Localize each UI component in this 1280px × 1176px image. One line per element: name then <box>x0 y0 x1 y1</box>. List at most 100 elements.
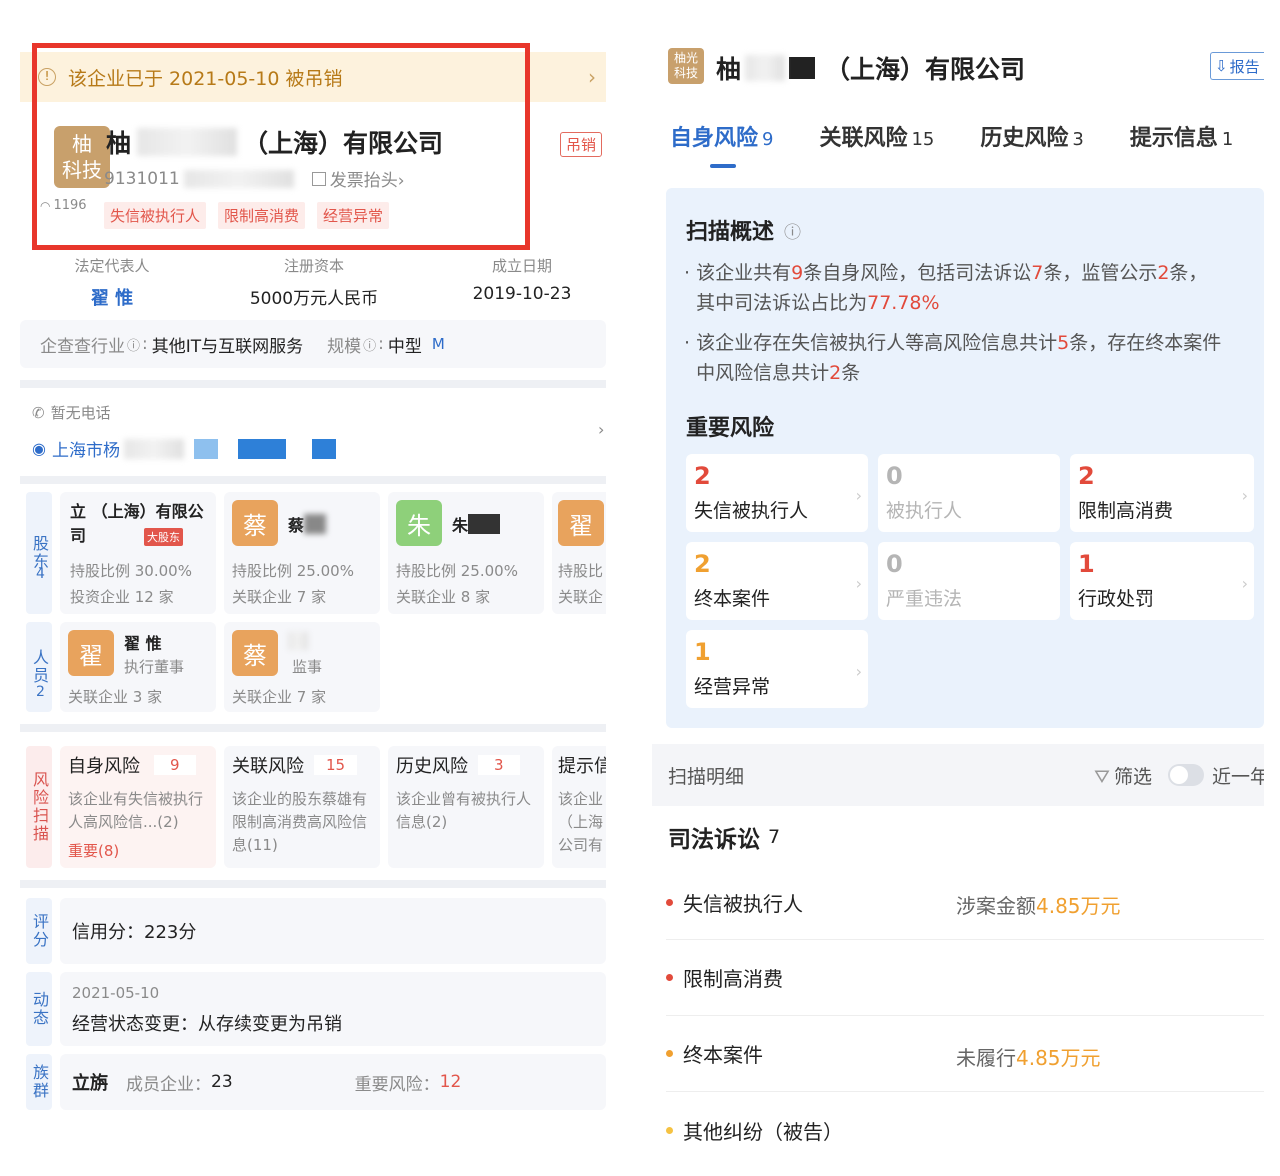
group-label: 族群 <box>26 1054 52 1110</box>
info-icon: ⓘ <box>784 222 802 243</box>
risk-card-hint[interactable]: 提示信 该企业（上海公司有 <box>552 746 606 868</box>
chip-limit-consumption[interactable]: 限制高消费 <box>218 202 306 229</box>
chevron-right-icon: › <box>588 65 596 89</box>
redacted-block <box>137 128 238 156</box>
important-risk-title: 重要风险 <box>686 416 775 441</box>
redacted-block <box>745 55 786 81</box>
revoked-banner[interactable]: ! 该企业已于 2021-05-10 被吊销 › <box>20 52 606 102</box>
risk-tile[interactable]: 0 严重违法 <box>878 542 1060 620</box>
chevron-right-icon: › <box>855 486 862 505</box>
company-logo: 柚 科技 <box>54 126 110 188</box>
overview-line1: · 该企业共有9条自身风险，包括司法诉讼7条，监管公示2条， 其中司法诉讼占比为… <box>684 262 1208 314</box>
recent-year-toggle[interactable] <box>1168 764 1204 786</box>
chevron-right-icon: › <box>1241 574 1248 593</box>
invoice-icon <box>311 172 326 186</box>
redacted-block <box>288 632 308 650</box>
credit-score: 信用分：223分 <box>72 922 197 943</box>
shareholder-card[interactable]: 蔡 蔡 持股比例 25.00% 关联企业 7 家 <box>224 492 380 614</box>
company-name: 柚 （上海）有限公司 <box>106 128 444 158</box>
list-item[interactable]: 失信被执行人 涉案金额4.85万元 <box>666 866 1264 940</box>
redacted-block <box>123 438 184 459</box>
credit-code: 9131011 <box>104 168 180 189</box>
credit-score-row[interactable]: 信用分：223分 <box>60 898 606 964</box>
scan-detail-bar: 扫描明细 ⛛ 筛选 近一年 <box>652 744 1264 806</box>
redacted-block <box>311 438 336 459</box>
risk-tile[interactable]: 2 失信被执行人 › <box>686 454 868 532</box>
dynamic-label: 动态 <box>26 972 52 1046</box>
score-label: 评分 <box>26 898 52 964</box>
risk-tile[interactable]: 1 行政处罚 › <box>1070 542 1254 620</box>
view-icon: ◠ <box>40 198 51 213</box>
active-tab-indicator <box>710 164 736 168</box>
phone-text: 暂无电话 <box>50 404 111 422</box>
redacted-block <box>193 438 218 459</box>
risk-tile[interactable]: 0 被执行人 <box>878 454 1060 532</box>
chevron-right-icon: › <box>855 662 862 681</box>
list-item[interactable]: 其他纠纷（被告） <box>666 1092 1264 1168</box>
scale-badge: M <box>431 335 445 353</box>
overview-line2: · 该企业存在失信被执行人等高风险信息共计5条，存在终本案件 中风险信息共计2条 <box>684 332 1222 384</box>
major-shareholder-badge: 大股东 <box>144 528 183 546</box>
filter-icon: ⛛ <box>1094 765 1110 788</box>
chevron-right-icon: › <box>598 420 605 439</box>
tab-related-risk[interactable]: 关联风险 15 <box>819 120 934 152</box>
download-icon: ⇩ <box>1215 57 1228 75</box>
risk-tile[interactable]: 1 经营异常 › <box>686 630 868 708</box>
shareholder-card[interactable]: 朱 朱 持股比例 25.00% 关联企业 8 家 <box>388 492 544 614</box>
banner-text: 该企业已于 2021-05-10 被吊销 <box>68 67 343 90</box>
group-row[interactable]: 立旃 成员企业： 23 重要风险： 12 <box>60 1054 606 1110</box>
risk-tabs: 自身风险 9 关联风险 15 历史风险 3 提示信息 1 <box>670 120 1233 152</box>
risk-tile[interactable]: 2 限制高消费 › <box>1070 454 1254 532</box>
industry-value: 其他IT与互联网服务 <box>151 336 304 357</box>
address-text[interactable]: 上海市杨 <box>52 436 120 461</box>
risk-card-related[interactable]: 关联风险 15 该企业的股东蔡雄有限制高消费高风险信息(11) <box>224 746 380 868</box>
legal-rep[interactable]: 翟 惟 <box>66 284 158 310</box>
location-icon: ◉ <box>32 439 46 458</box>
avatar: 朱 <box>396 500 442 546</box>
chevron-right-icon: › <box>1241 486 1248 505</box>
avatar: 蔡 <box>232 500 278 546</box>
list-item[interactable]: 限制高消费 <box>666 940 1264 1016</box>
list-item[interactable]: 终本案件 未履行4.85万元 <box>666 1016 1264 1092</box>
redacted-block <box>789 57 816 79</box>
redacted-block <box>304 514 327 534</box>
shareholders-label: 股东 <box>26 492 52 614</box>
shareholder-card[interactable]: 立 （上海）有限公司 大股东 持股比例 30.00% 投资企业 12 家 <box>60 492 216 614</box>
avatar: 蔡 <box>232 630 278 676</box>
basic-info-row: 法定代表人 翟 惟 注册资本 5000万元人民币 成立日期 2019-10-23 <box>20 252 606 312</box>
right-risk-panel: 柚光 科技 柚 （上海）有限公司 ⇩ 报告 自身风险 9 关联风险 15 历史风险 3 … <box>652 40 1264 1170</box>
phone-icon: ✆ <box>32 403 45 422</box>
industry-row[interactable]: 企查查行业 ⓘ : 其他IT与互联网服务 规模 ⓘ : 中型 M <box>20 320 606 368</box>
avatar: 翟 <box>68 630 114 676</box>
staff-card[interactable]: 蔡 监事 关联企业 7 家 <box>224 622 380 712</box>
status-badge: 吊销 <box>560 132 603 157</box>
info-icon: ⓘ <box>363 338 377 354</box>
risk-card-history[interactable]: 历史风险 3 该企业曾有被执行人信息(2) <box>388 746 544 868</box>
view-count: 1196 <box>53 198 87 213</box>
avatar: 翟 <box>558 500 604 546</box>
judicial-title: 司法诉讼 <box>668 827 760 853</box>
shareholder-card[interactable]: 翟 持股比 关联企 <box>552 492 606 614</box>
scan-overview-box: 扫描概述 ⓘ · 该企业共有9条自身风险，包括司法诉讼7条，监管公示2条， 其中… <box>666 188 1264 728</box>
left-company-panel: ! 该企业已于 2021-05-10 被吊销 › 柚 科技 柚 （上海）有限公司… <box>20 52 606 1122</box>
chevron-right-icon: › <box>855 574 862 593</box>
tab-self-risk[interactable]: 自身风险 9 <box>670 120 773 152</box>
invoice-link[interactable]: 发票抬头› <box>311 166 405 191</box>
risk-tile[interactable]: 2 终本案件 › <box>686 542 868 620</box>
risk-card-self[interactable]: 自身风险 9 该企业有失信被执行人高风险信...(2) 重要(8) <box>60 746 216 868</box>
info-icon: ⓘ <box>127 338 141 354</box>
risk-scan-label: 风险扫描 <box>26 746 52 868</box>
registered-capital: 5000万元人民币 <box>249 289 379 309</box>
redacted-block <box>183 169 294 188</box>
filter-button[interactable]: ⛛ 筛选 <box>1094 762 1152 789</box>
risk-chips: 失信被执行人 限制高消费 经营异常 <box>104 202 390 229</box>
chip-dishonest[interactable]: 失信被执行人 <box>104 202 207 229</box>
report-button[interactable]: ⇩ 报告 <box>1210 52 1264 80</box>
company-name: 柚 （上海）有限公司 <box>716 55 1026 84</box>
chip-abnormal[interactable]: 经营异常 <box>317 202 390 229</box>
staff-card[interactable]: 翟 翟 惟 执行董事 关联企业 3 家 <box>60 622 216 712</box>
dynamic-row[interactable]: 2021-05-10 经营状态变更：从存续变更为吊销 <box>60 972 606 1046</box>
tab-history-risk[interactable]: 历史风险 3 <box>980 120 1083 152</box>
tab-hint-info[interactable]: 提示信息 1 <box>1130 120 1233 152</box>
info-icon: ! <box>38 68 56 86</box>
